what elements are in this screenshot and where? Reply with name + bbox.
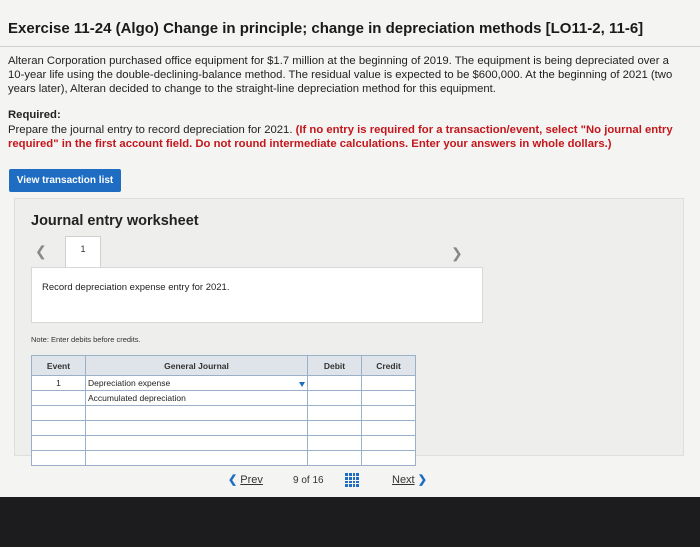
chevron-left-icon: ❮ [228, 474, 238, 486]
column-header-general-journal: General Journal [85, 355, 308, 376]
debit-input[interactable] [307, 390, 362, 406]
event-cell [31, 420, 86, 436]
credit-input[interactable] [361, 420, 416, 436]
exercise-title: Exercise 11-24 (Algo) Change in principl… [8, 20, 644, 37]
entry-description-box: Record depreciation expense entry for 20… [31, 267, 483, 323]
next-label: Next [392, 474, 415, 486]
account-select[interactable] [85, 405, 308, 421]
prev-button[interactable]: ❮ Prev [228, 473, 263, 489]
column-header-debit: Debit [307, 355, 362, 376]
prev-label: Prev [240, 474, 263, 486]
table-row [31, 450, 416, 466]
account-value: Accumulated depreciation [88, 393, 186, 403]
required-instruction-lead: Prepare the journal entry to record depr… [8, 124, 296, 136]
account-select[interactable] [85, 435, 308, 451]
event-cell: 1 [31, 375, 86, 391]
credit-input[interactable] [361, 450, 416, 466]
debit-input[interactable] [307, 435, 362, 451]
page-count: 9 of 16 [293, 475, 324, 486]
account-select[interactable]: Accumulated depreciation [85, 390, 308, 406]
footer-bar [0, 497, 700, 547]
event-cell [31, 450, 86, 466]
column-header-credit: Credit [361, 355, 416, 376]
entry-description: Record depreciation expense entry for 20… [42, 282, 230, 293]
divider [0, 46, 700, 47]
journal-table: Event General Journal Debit Credit 1 Dep… [31, 355, 416, 466]
debit-input[interactable] [307, 375, 362, 391]
next-button[interactable]: Next ❯ [392, 473, 427, 489]
event-cell [31, 390, 86, 406]
chevron-left-icon[interactable]: ❮ [35, 243, 47, 260]
required-text: Prepare the journal entry to record depr… [8, 123, 688, 151]
table-row [31, 405, 416, 421]
credit-input[interactable] [361, 435, 416, 451]
table-row: 1 Depreciation expense [31, 375, 416, 391]
debit-input[interactable] [307, 405, 362, 421]
account-value: Depreciation expense [88, 378, 171, 388]
account-select[interactable]: Depreciation expense [85, 375, 308, 391]
column-header-event: Event [31, 355, 86, 376]
journal-entry-worksheet: Journal entry worksheet ❮ 1 ❯ Record dep… [14, 198, 684, 466]
account-select[interactable] [85, 450, 308, 466]
required-heading: Required: [8, 109, 61, 121]
debit-input[interactable] [307, 450, 362, 466]
event-cell [31, 435, 86, 451]
chevron-right-icon[interactable]: ❯ [451, 245, 463, 262]
event-cell [31, 405, 86, 421]
account-select[interactable] [85, 420, 308, 436]
view-transaction-list-button[interactable]: View transaction list [9, 169, 121, 192]
grid-menu-icon[interactable] [345, 473, 359, 487]
credit-input[interactable] [361, 390, 416, 406]
dropdown-arrow-icon[interactable] [299, 382, 305, 387]
table-row [31, 420, 416, 436]
debit-credit-note: Note: Enter debits before credits. [31, 335, 141, 344]
credit-input[interactable] [361, 405, 416, 421]
credit-input[interactable] [361, 375, 416, 391]
page: Exercise 11-24 (Algo) Change in principl… [0, 0, 700, 547]
problem-text: Alteran Corporation purchased office equ… [8, 55, 673, 95]
table-row: Accumulated depreciation [31, 390, 416, 406]
chevron-right-icon: ❯ [417, 474, 427, 486]
worksheet-title: Journal entry worksheet [31, 213, 199, 229]
tab-entry-1[interactable]: 1 [65, 236, 101, 269]
table-row [31, 435, 416, 451]
debit-input[interactable] [307, 420, 362, 436]
